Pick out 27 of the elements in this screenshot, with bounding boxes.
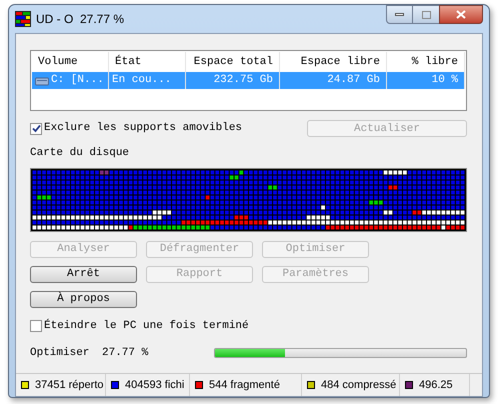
window-title: UD - O 27.77 % <box>36 11 124 28</box>
progress-reading: 27.77 % <box>102 346 150 361</box>
status-text: 544 fragmenté <box>209 378 280 393</box>
action-button[interactable]: Arrêt <box>30 266 137 282</box>
status-text: 37451 réperto <box>35 378 104 393</box>
table-cell-text: 24.87 Gb <box>327 73 380 88</box>
table-cell-text: En cou... <box>112 73 172 88</box>
close-icon <box>456 10 466 19</box>
status-text: 484 compressé <box>321 378 396 393</box>
checkbox-label: Exclure les supports amovibles <box>44 121 242 136</box>
table-cell-text: 232.75 Gb <box>214 73 273 88</box>
app-icon <box>15 11 31 27</box>
table-cell-text: C: [N... <box>51 73 104 88</box>
minimize-button[interactable] <box>386 5 413 24</box>
status-text: 404593 fichi <box>125 378 184 393</box>
progress-label: Optimiser <box>30 346 90 361</box>
check-icon <box>32 124 40 133</box>
status-text: 496.25 <box>419 378 453 393</box>
close-button[interactable] <box>439 5 483 24</box>
section-label: Carte du disque <box>30 146 130 161</box>
maximize-button[interactable] <box>413 5 439 24</box>
checkbox-label: Éteindre le PC une fois terminé <box>44 318 249 334</box>
table-cell-text: 10 % <box>432 73 458 88</box>
drive-icon <box>35 76 49 86</box>
action-button[interactable]: À propos <box>30 290 137 308</box>
checkbox[interactable] <box>30 320 42 332</box>
checkbox[interactable] <box>30 122 42 134</box>
